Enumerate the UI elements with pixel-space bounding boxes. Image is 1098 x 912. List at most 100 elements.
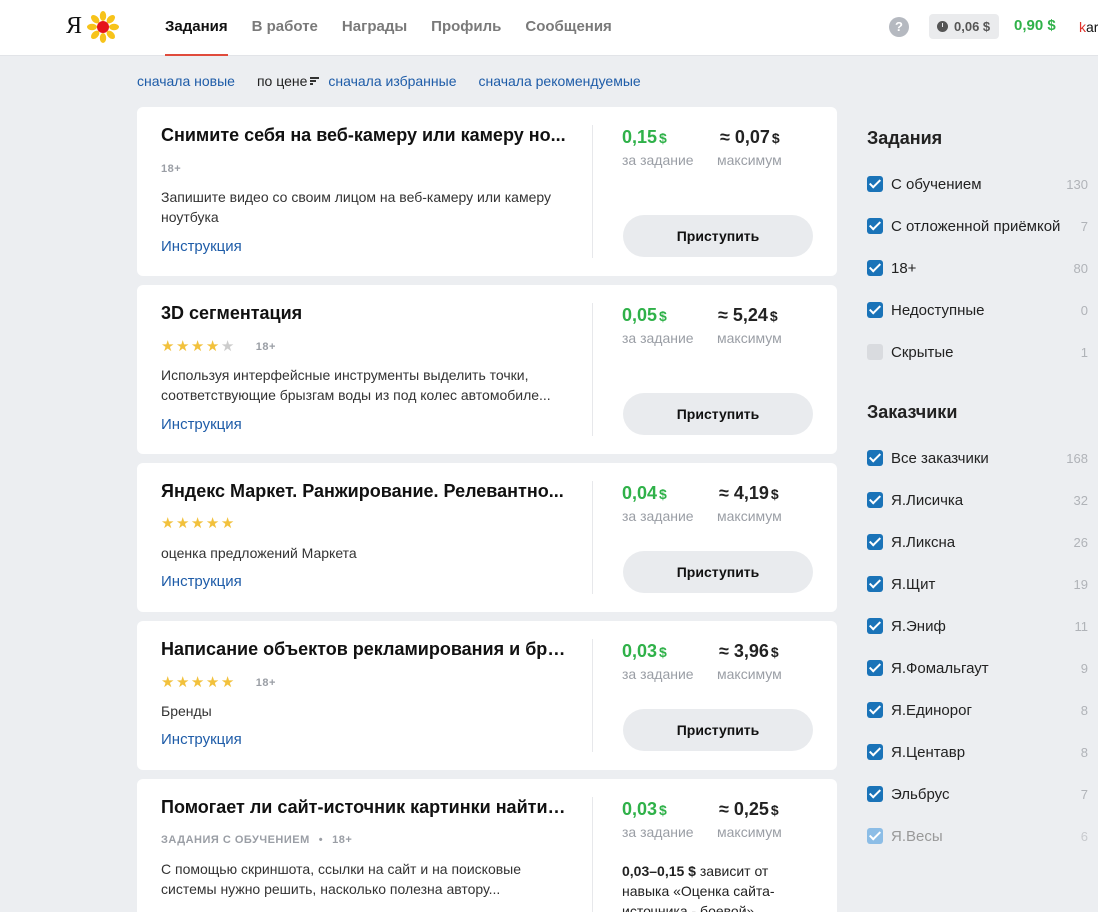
filter-training[interactable]: С обучением 130 (867, 174, 1088, 194)
start-task-button[interactable]: Приступить (623, 551, 813, 593)
sort-recommended-link[interactable]: сначала рекомендуемые (479, 73, 641, 89)
price-label: за задание (622, 330, 694, 346)
filter-customer[interactable]: Я.Фомальгаут 9 (867, 658, 1088, 678)
card-divider (592, 125, 593, 258)
filter-customer[interactable]: Я.Центавр 8 (867, 742, 1088, 762)
task-badges: 18+ (161, 163, 181, 175)
task-card[interactable]: Написание объектов рекламирования и бре.… (137, 621, 837, 770)
task-title[interactable]: Помогает ли сайт-источник картинки найти… (161, 797, 566, 818)
checkbox-checked[interactable] (867, 828, 883, 844)
task-title[interactable]: Яндекс Маркет. Ранжирование. Релевантно.… (161, 481, 566, 502)
filter-label: Я.Весы (891, 827, 943, 845)
task-card[interactable]: 3D сегментация ★ ★ ★ ★ ★ 18+ Используя интер… (137, 285, 837, 454)
filter-count: 8 (1080, 702, 1088, 718)
sort-bar: сначала новые по цене сначала избранные … (137, 73, 641, 89)
filter-count: 1 (1080, 344, 1088, 360)
price-label: за задание (622, 824, 694, 840)
filter-customer[interactable]: Я.Весы 6 (867, 826, 1088, 846)
user-menu[interactable]: kar (1079, 19, 1098, 35)
tab-profile[interactable]: Профиль (431, 0, 501, 56)
rating-stars: ★ ★ ★ ★ ★ (161, 339, 236, 354)
pending-balance-badge[interactable]: 0,06 $ (929, 14, 999, 39)
checkbox-unchecked[interactable] (867, 344, 883, 360)
sort-favorites-link[interactable]: сначала избранные (328, 73, 456, 89)
checkbox-checked[interactable] (867, 534, 883, 550)
task-description: С помощью скриншота, ссылки на сайт и на… (161, 861, 522, 897)
filter-customer[interactable]: Я.Ликсна 26 (867, 532, 1088, 552)
checkbox-checked[interactable] (867, 786, 883, 802)
filter-customer[interactable]: Эльбрус 7 (867, 784, 1088, 804)
filter-count: 130 (1066, 176, 1088, 192)
tab-in-progress[interactable]: В работе (252, 0, 318, 56)
filter-customer[interactable]: Все заказчики 168 (867, 448, 1088, 468)
yandex-logo[interactable]: Я (66, 13, 82, 40)
task-badges: ЗАДАНИЯ С ОБУЧЕНИЕМ • 18+ (161, 834, 352, 846)
filter-count: 19 (1073, 576, 1088, 592)
task-card[interactable]: Помогает ли сайт-источник картинки найти… (137, 779, 837, 912)
pending-amount: 0,06 $ (954, 19, 991, 34)
start-task-button[interactable]: Приступить (623, 393, 813, 435)
card-divider (592, 639, 593, 752)
task-card[interactable]: Снимите себя на веб-камеру или камеру но… (137, 107, 837, 276)
task-card[interactable]: Яндекс Маркет. Ранжирование. Релевантно.… (137, 463, 837, 612)
checkbox-checked[interactable] (867, 702, 883, 718)
star-icon: ★ (161, 674, 175, 691)
filter-customer[interactable]: Я.Щит 19 (867, 574, 1088, 594)
instruction-link[interactable]: Инструкция (161, 573, 242, 590)
star-icon: ★ (220, 674, 235, 691)
checkbox-checked[interactable] (867, 492, 883, 508)
task-title[interactable]: Снимите себя на веб-камеру или камеру но… (161, 125, 566, 146)
price-label: за задание (622, 666, 694, 682)
tasks-filter-heading: Задания (867, 128, 943, 148)
max-label: максимум (717, 508, 782, 524)
task-price: 0,03 $ (622, 799, 667, 819)
checkbox-checked[interactable] (867, 576, 883, 592)
checkbox-checked[interactable] (867, 218, 883, 234)
checkbox-checked[interactable] (867, 618, 883, 634)
instruction-link[interactable]: Инструкция (161, 731, 242, 748)
task-title[interactable]: 3D сегментация (161, 303, 566, 324)
help-icon[interactable]: ? (889, 17, 909, 37)
max-earnings: ≈ 3,96 $ (719, 641, 779, 661)
star-icon: ★ (190, 338, 205, 355)
card-divider (592, 797, 593, 912)
filter-label: Я.Лисичка (891, 491, 964, 509)
star-icon: ★ (205, 338, 220, 355)
sort-descending-icon[interactable] (310, 76, 320, 86)
start-task-button[interactable]: Приступить (623, 709, 813, 751)
checkbox-checked[interactable] (867, 302, 883, 318)
checkbox-checked[interactable] (867, 176, 883, 192)
filter-label: Я.Фомальгаут (891, 659, 989, 677)
instruction-link[interactable]: Инструкция (161, 238, 242, 255)
filter-customer[interactable]: Я.Лисичка 32 (867, 490, 1088, 510)
checkbox-checked[interactable] (867, 660, 883, 676)
filter-hidden[interactable]: Скрытые 1 (867, 342, 1088, 362)
start-task-button[interactable]: Приступить (623, 215, 813, 257)
clock-icon (937, 21, 948, 32)
task-description: Запишите видео со своим лицом на веб-кам… (161, 189, 552, 225)
checkbox-checked[interactable] (867, 744, 883, 760)
checkbox-checked[interactable] (867, 450, 883, 466)
task-description: Бренды (161, 703, 212, 719)
account-balance[interactable]: 0,90 $ (1014, 17, 1056, 34)
sort-newest-link[interactable]: сначала новые (137, 73, 235, 89)
filter-adult[interactable]: 18+ 80 (867, 258, 1088, 278)
filter-label: Я.Щит (891, 575, 936, 593)
instruction-link[interactable]: Инструкция (161, 416, 242, 433)
tab-rewards[interactable]: Награды (342, 0, 407, 56)
customers-filter-heading: Заказчики (867, 402, 958, 422)
filter-customer[interactable]: Я.Эниф 11 (867, 616, 1088, 636)
tab-messages[interactable]: Сообщения (525, 0, 611, 56)
filter-label: С отложенной приёмкой (891, 217, 1061, 235)
task-badges: ★ ★ ★ ★ ★ 18+ (161, 675, 276, 690)
tab-tasks[interactable]: Задания (165, 0, 228, 56)
filter-unavailable[interactable]: Недоступные 0 (867, 300, 1088, 320)
filter-deferred-acceptance[interactable]: С отложенной приёмкой 7 (867, 216, 1088, 236)
max-label: максимум (717, 824, 782, 840)
filter-customer[interactable]: Я.Единорог 8 (867, 700, 1088, 720)
task-title[interactable]: Написание объектов рекламирования и бре.… (161, 639, 566, 660)
toloka-flower-icon[interactable] (87, 11, 119, 43)
sort-by-price[interactable]: по цене (257, 73, 307, 89)
checkbox-checked[interactable] (867, 260, 883, 276)
star-icon: ★ (205, 674, 220, 691)
